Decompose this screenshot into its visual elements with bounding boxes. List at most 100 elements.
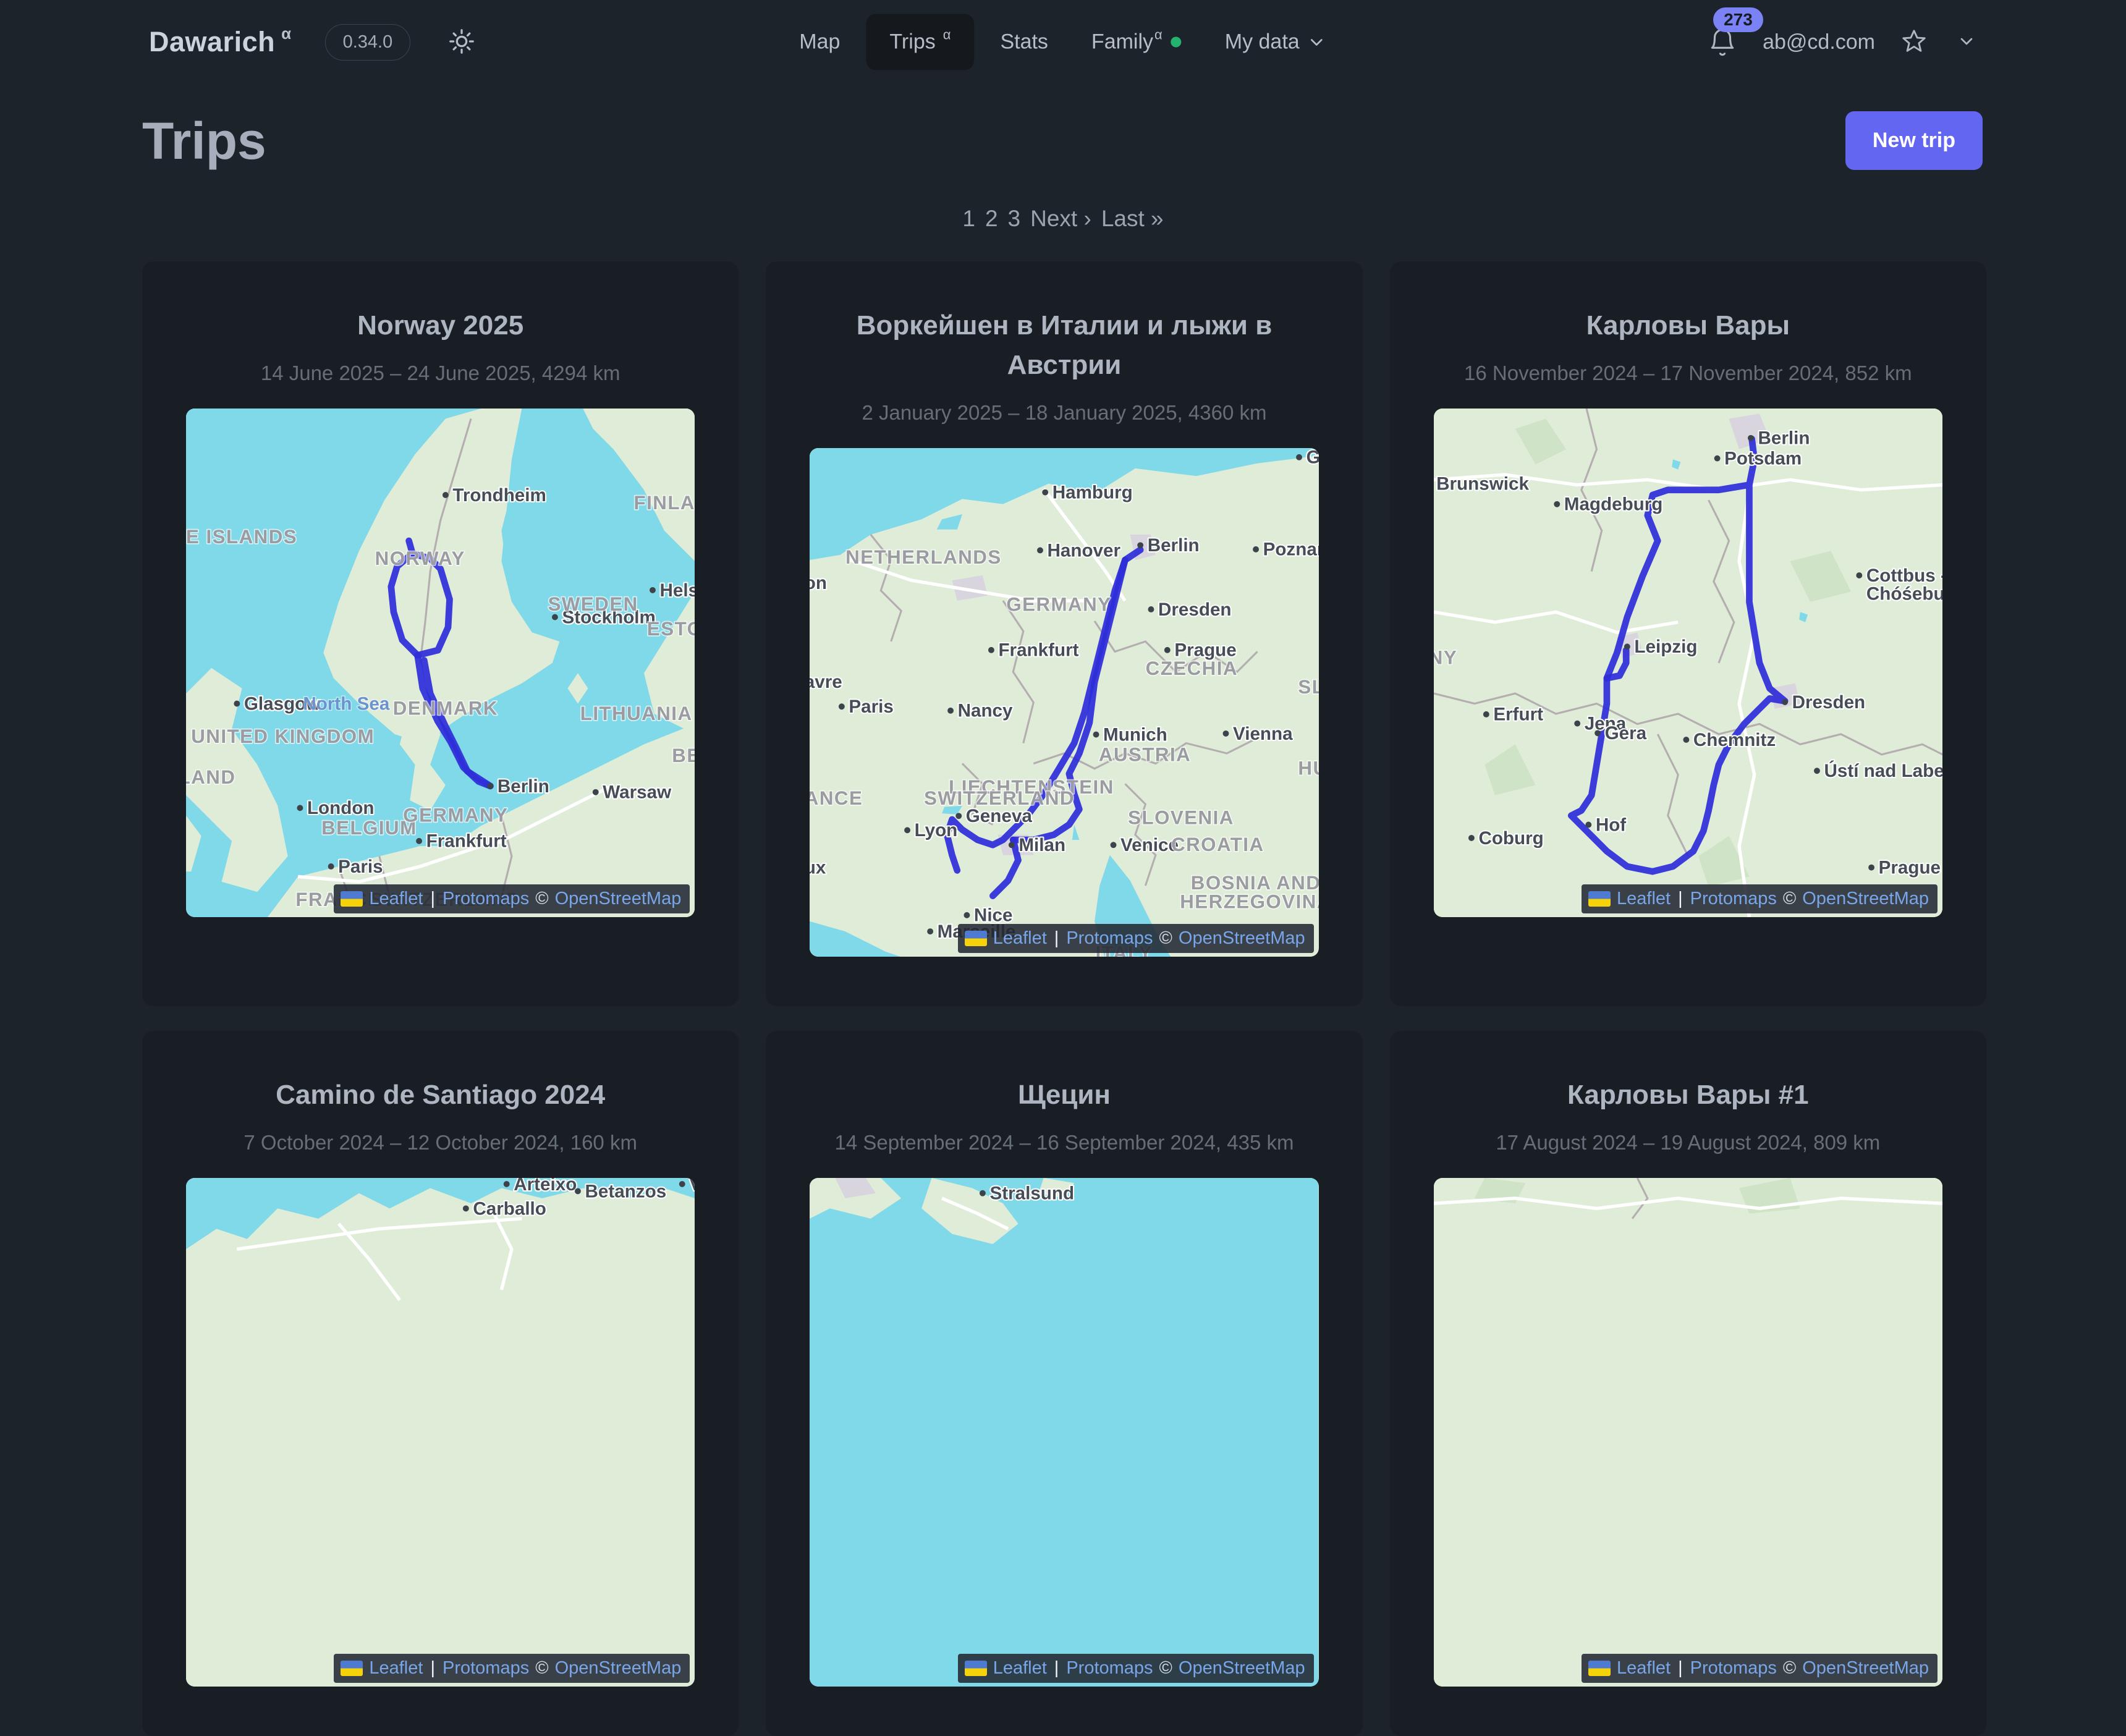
trip-title: Camino de Santiago 2024 <box>276 1075 605 1115</box>
chevron-down-icon <box>1307 32 1327 52</box>
copyright-symbol: © <box>535 1658 548 1679</box>
nav-item-map[interactable]: Map <box>782 18 857 67</box>
app-name: Dawarich <box>149 26 275 57</box>
attribution-separator: | <box>1054 928 1059 949</box>
map-attribution: Leaflet | Protomaps © OpenStreetMap <box>958 1654 1314 1683</box>
svg-text:Brunswick: Brunswick <box>1436 474 1529 494</box>
protomaps-link[interactable]: Protomaps <box>1690 889 1777 909</box>
attribution-separator: | <box>430 889 435 909</box>
pagination-last[interactable]: Last » <box>1101 206 1164 232</box>
svg-text:Gera: Gera <box>1604 723 1646 743</box>
svg-text:UNITED KINGDOM: UNITED KINGDOM <box>191 726 375 747</box>
protomaps-link[interactable]: Protomaps <box>1066 928 1153 949</box>
svg-text:SLOVENIA: SLOVENIA <box>1129 807 1235 828</box>
trip-title: Карловы Вары #1 <box>1567 1075 1809 1115</box>
notifications-button[interactable]: 273 <box>1703 21 1742 64</box>
svg-text:Poznan: Poznan <box>1263 539 1319 559</box>
map-attribution: Leaflet | Protomaps © OpenStreetMap <box>334 1654 690 1683</box>
svg-text:Cottbus -: Cottbus - <box>1866 565 1942 586</box>
protomaps-link[interactable]: Protomaps <box>443 889 529 909</box>
svg-text:North Sea: North Sea <box>303 693 389 714</box>
star-icon <box>1900 27 1928 57</box>
svg-text:Berlin: Berlin <box>1758 428 1810 448</box>
svg-text:Milan: Milan <box>1019 835 1066 855</box>
page-title: Trips <box>142 115 266 167</box>
nav-item-family-label: Family <box>1091 30 1153 54</box>
openstreetmap-link[interactable]: OpenStreetMap <box>555 889 682 909</box>
leaflet-link[interactable]: Leaflet <box>1617 1658 1671 1679</box>
svg-text:Chemnitz: Chemnitz <box>1693 730 1776 750</box>
trip-dates: 17 August 2024 – 19 August 2024, 809 km <box>1496 1131 1880 1154</box>
attribution-separator: | <box>1054 1658 1059 1679</box>
svg-text:Dresden: Dresden <box>1792 692 1865 713</box>
svg-text:Erfurt: Erfurt <box>1493 704 1543 724</box>
trip-map[interactable]: HamburgHanoverBerlinPoznanDresdenFrankfu… <box>810 448 1318 957</box>
nav-item-family[interactable]: Familyα <box>1074 18 1199 67</box>
pagination-page-3[interactable]: 3 <box>1008 206 1021 232</box>
protomaps-link[interactable]: Protomaps <box>1690 1658 1777 1679</box>
nav-item-stats[interactable]: Stats <box>983 18 1065 67</box>
nav-item-my-data-label: My data <box>1225 30 1300 54</box>
pagination-next[interactable]: Next › <box>1030 206 1091 232</box>
ukraine-flag-icon <box>965 931 987 946</box>
map-attribution: Leaflet|Protomaps©OpenStreetMap <box>958 924 1314 953</box>
openstreetmap-link[interactable]: OpenStreetMap <box>1802 1658 1929 1679</box>
svg-text:DENMARK: DENMARK <box>393 697 498 719</box>
favorites-button[interactable] <box>1896 23 1932 61</box>
svg-text:E ISLANDS: E ISLANDS <box>186 526 297 548</box>
brand-group: Dawarichα 0.34.0 <box>149 23 480 61</box>
pagination-page-1[interactable]: 1 <box>962 206 975 232</box>
svg-text:NORWAY: NORWAY <box>375 548 465 569</box>
openstreetmap-link[interactable]: OpenStreetMap <box>1802 889 1929 909</box>
main-menu: Map Tripsα Stats Familyα My data <box>782 14 1344 70</box>
leaflet-link[interactable]: Leaflet <box>369 889 423 909</box>
new-trip-button[interactable]: New trip <box>1845 111 1983 170</box>
svg-text:Leipzig: Leipzig <box>1634 637 1697 657</box>
leaflet-link[interactable]: Leaflet <box>993 1658 1047 1679</box>
svg-text:SLOVA: SLOVA <box>1298 675 1319 697</box>
svg-text:Paris: Paris <box>849 697 894 717</box>
nav-item-my-data[interactable]: My data <box>1208 18 1344 67</box>
copyright-symbol: © <box>1783 1658 1796 1679</box>
svg-text:Arteixo: Arteixo <box>514 1178 577 1195</box>
svg-text:Ústí nad Labem: Ústí nad Labem <box>1824 760 1942 781</box>
theme-toggle-button[interactable] <box>444 23 480 61</box>
trip-map[interactable]: TrondheimStockholmHelsiGlasgowLondonPari… <box>186 409 695 917</box>
copyright-symbol: © <box>1783 889 1796 909</box>
svg-text:Lyon: Lyon <box>915 820 958 840</box>
navbar: Dawarichα 0.34.0 Map Tripsα Stats Family… <box>0 0 2126 84</box>
nav-item-stats-label: Stats <box>1000 30 1048 54</box>
nav-item-trips[interactable]: Tripsα <box>866 14 974 70</box>
svg-text:on: on <box>810 573 827 593</box>
openstreetmap-link[interactable]: OpenStreetMap <box>555 1658 682 1679</box>
pagination-page-2[interactable]: 2 <box>985 206 998 232</box>
openstreetmap-link[interactable]: OpenStreetMap <box>1179 1658 1305 1679</box>
svg-text:Vienna: Vienna <box>1233 723 1293 743</box>
notification-count-badge: 273 <box>1713 7 1763 33</box>
trip-map[interactable]: StralsundLeaflet|Protomaps©OpenStreetMap <box>810 1178 1318 1687</box>
leaflet-link[interactable]: Leaflet <box>1617 889 1671 909</box>
user-menu-toggle[interactable] <box>1953 28 1980 57</box>
trip-map[interactable]: BerlinPotsdamBrunswickMagdeburgCottbus -… <box>1434 409 1942 917</box>
chevron-down-icon <box>1957 32 1976 53</box>
leaflet-link[interactable]: Leaflet <box>993 928 1047 949</box>
svg-text:Frankfurt: Frankfurt <box>999 640 1079 660</box>
openstreetmap-link[interactable]: OpenStreetMap <box>1179 928 1305 949</box>
leaflet-link[interactable]: Leaflet <box>369 1658 423 1679</box>
app-logo[interactable]: Dawarichα <box>149 26 292 58</box>
copyright-symbol: © <box>1159 1658 1172 1679</box>
svg-text:Go: Go <box>1307 448 1319 468</box>
attribution-separator: | <box>430 1658 435 1679</box>
trip-card: Camino de Santiago 2024 7 October 2024 –… <box>142 1031 739 1736</box>
svg-text:SWITZERLAND: SWITZERLAND <box>925 787 1075 809</box>
trip-map[interactable]: ArteixoBetanzosCarballoVilaLeaflet|Proto… <box>186 1178 695 1687</box>
pagination: 1 2 3 Next › Last » <box>0 206 2126 232</box>
map-attribution: Leaflet|Protomaps©OpenStreetMap <box>1582 1654 1938 1683</box>
user-area: 273 ab@cd.com <box>1703 21 1980 64</box>
protomaps-link[interactable]: Protomaps <box>1066 1658 1153 1679</box>
svg-text:BELA: BELA <box>672 745 695 766</box>
protomaps-link[interactable]: Protomaps <box>443 1658 529 1679</box>
trip-map[interactable]: Leaflet|Protomaps©OpenStreetMap <box>1434 1178 1942 1687</box>
attribution-separator: | <box>1678 889 1683 909</box>
svg-text:Munich: Munich <box>1103 724 1167 745</box>
